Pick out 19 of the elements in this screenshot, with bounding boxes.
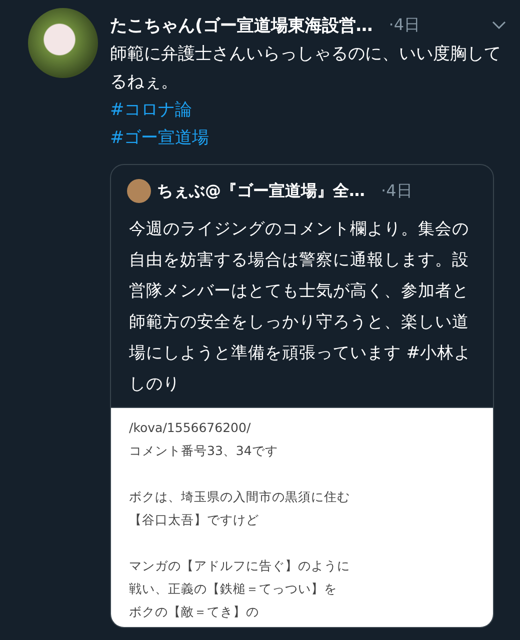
screenshot-text-line: 戦い、正義の【鉄槌＝てっつい】を bbox=[129, 580, 337, 598]
quoted-tweet-text: 今週のライジングのコメント欄より。集会の自由を妨害する場合は警察に通報します。設営隊メンバーはとても士気が高く、参加者と師範方の安全をしっかり守ろうと、楽しい道場にしようと準備を頑張っています #小林よしのり bbox=[128, 218, 472, 395]
screenshot-text-line: ボクは、埼玉県の入間市の黒須に住む bbox=[129, 488, 350, 506]
screenshot-text-line: コメント番号33、34です bbox=[129, 442, 278, 460]
timestamp[interactable]: ·4日 bbox=[388, 14, 420, 36]
quoted-tweet-card[interactable] bbox=[110, 164, 494, 628]
tweet-text: 師範に弁護士さんいらっしゃるのに、いい度胸してるねぇ。 bbox=[110, 43, 502, 94]
avatar-photo bbox=[127, 179, 151, 203]
chevron-down-icon[interactable] bbox=[492, 21, 506, 29]
hashtag-link[interactable]: #ゴー宣道場 bbox=[110, 124, 210, 152]
user-name[interactable]: たこちゃん(ゴー宣道場東海設営… bbox=[110, 14, 373, 36]
hashtag-link[interactable]: #コロナ論 bbox=[110, 96, 192, 124]
screenshot-text-line: 【谷口太吾】ですけど bbox=[129, 511, 259, 529]
attached-screenshot[interactable]: /kova/1556676200/ コメント番号33、34です ボクは、埼玉県の入間市の黒須に住む 【谷口太吾】ですけど マンガの【アドルフに告ぐ】のように 戦い、正義の【鉄槌＝てっつい】を ボクの【敵＝てき】の bbox=[111, 407, 493, 627]
screenshot-text-line: マンガの【アドルフに告ぐ】のように bbox=[129, 557, 350, 575]
quoted-timestamp: ·4日 bbox=[381, 180, 412, 202]
screenshot-text-line: ボクの【敵＝てき】の bbox=[129, 603, 259, 621]
quoted-user-name: ちぇぶ@『ゴー宣道場』全… bbox=[157, 180, 365, 202]
screenshot-text-line: /kova/1556676200/ bbox=[129, 419, 251, 437]
